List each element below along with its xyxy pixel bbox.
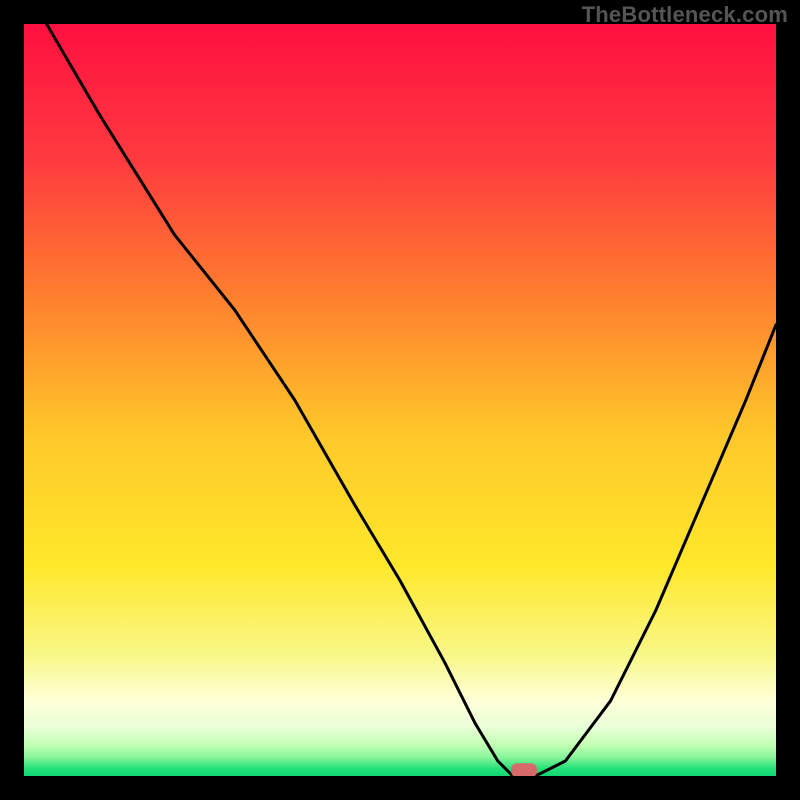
chart-svg [24,24,776,776]
plot-area [24,24,776,776]
optimal-marker [511,763,537,776]
chart-frame: TheBottleneck.com [0,0,800,800]
gradient-background [24,24,776,776]
watermark-text: TheBottleneck.com [582,2,788,28]
